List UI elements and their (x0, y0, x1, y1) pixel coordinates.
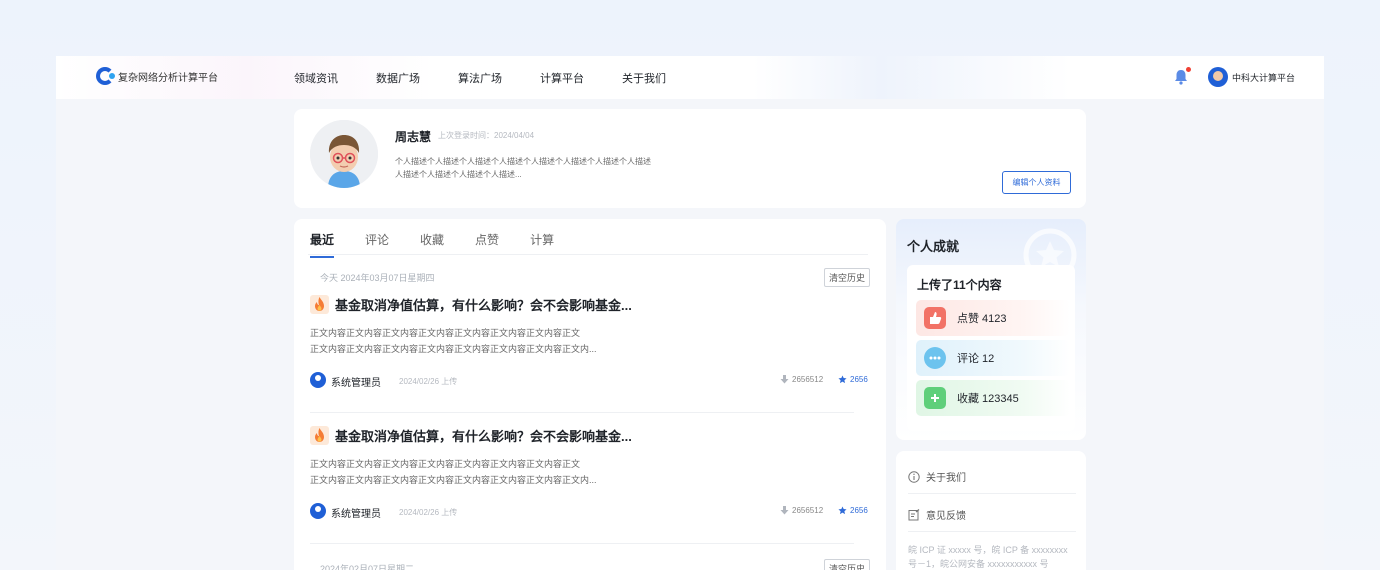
profile-card: 周志慧 上次登录时间：2024/04/04 个人描述个人描述个人描述个人描述个人… (294, 109, 1086, 208)
clear-history-button[interactable]: 清空历史 (823, 559, 870, 570)
nav-item-about[interactable]: 关于我们 (622, 70, 666, 86)
avatar-illustration-icon (310, 120, 378, 188)
logo-icon (96, 67, 115, 85)
nav-item-compute[interactable]: 计算平台 (540, 70, 584, 86)
info-links-card: 关于我们 意见反馈 皖 ICP 证 xxxxx 号，皖 ICP 备 xxxxxx… (896, 451, 1086, 570)
star-count[interactable]: 2656 (838, 506, 868, 515)
achievements-panel: 上传了11个内容 点赞 4123 评论 12 收藏 123345 (907, 265, 1075, 431)
profile-description: 个人描述个人描述个人描述个人描述个人描述个人描述个人描述个人描述 人描述个人描述… (395, 155, 695, 181)
download-icon (780, 375, 789, 384)
page-frame: 复杂网络分析计算平台 领域资讯 数据广场 算法广场 计算平台 关于我们 中科大计… (56, 56, 1324, 570)
icp-notice: 皖 ICP 证 xxxxx 号，皖 ICP 备 xxxxxxxx 号－1，皖公网… (908, 543, 1080, 570)
download-count: 2656512 (780, 375, 823, 384)
nav-item-algorithms[interactable]: 算法广场 (458, 70, 502, 86)
feedback-link[interactable]: 意见反馈 (908, 507, 966, 522)
post-meta: 系统管理员 2024/02/26 上传 2656512 2656 (310, 372, 870, 390)
user-menu[interactable]: 中科大计算平台 (1208, 67, 1295, 87)
nav-item-data[interactable]: 数据广场 (376, 70, 420, 86)
about-us-link[interactable]: 关于我们 (908, 469, 966, 484)
achievements-title: 个人成就 (907, 239, 960, 254)
star-count-value: 2656 (850, 375, 868, 384)
profile-name: 周志慧 (395, 130, 432, 144)
favorites-stat: 收藏 123345 (916, 380, 1070, 416)
star-icon (838, 506, 847, 515)
achievements-card: 个人成就 上传了11个内容 点赞 4123 评论 12 收藏 123345 (896, 219, 1086, 440)
edit-note-icon (908, 508, 920, 520)
upload-time: 2024/02/26 上传 (399, 377, 458, 386)
logo-text: 复杂网络分析计算平台 (118, 72, 218, 84)
star-icon (838, 375, 847, 384)
list-item[interactable]: 基金取消净值估算，有什么影响？会不会影响基金... 正文内容正文内容正文内容正文… (310, 402, 870, 522)
post-title[interactable]: 基金取消净值估算，有什么影响？会不会影响基金... (335, 426, 632, 445)
comments-count: 评论 12 (957, 353, 995, 365)
list-item[interactable]: 今天 2024年03月07日星期四 清空历史 基金取消净值估算，有什么影响？会不… (310, 268, 870, 391)
info-icon (908, 470, 920, 483)
user-name: 中科大计算平台 (1232, 72, 1296, 83)
download-count: 2656512 (780, 506, 823, 515)
list-item[interactable]: 2024年02月07日星期二 清空历史 (310, 559, 870, 570)
author-name[interactable]: 系统管理员 (331, 505, 381, 520)
star-count[interactable]: 2656 (838, 375, 868, 384)
star-count-value: 2656 (850, 506, 868, 515)
upload-summary: 上传了11个内容 (917, 278, 1002, 292)
profile-avatar (310, 120, 378, 188)
tabs-divider (308, 254, 868, 255)
logo[interactable]: 复杂网络分析计算平台 (96, 67, 218, 85)
date-group-label: 2024年02月07日星期二 (320, 564, 415, 570)
post-excerpt: 正文内容正文内容正文内容正文内容正文内容正文内容正文内容正文 正文内容正文内容正… (310, 456, 640, 488)
nav-item-news[interactable]: 领域资讯 (294, 70, 338, 86)
post-title[interactable]: 基金取消净值估算，有什么影响？会不会影响基金... (335, 295, 632, 314)
link-divider (908, 493, 1076, 494)
post-excerpt-line: 正文内容正文内容正文内容正文内容正文内容正文内容正文内容正文内... (310, 344, 597, 354)
user-icon (310, 503, 326, 519)
icp-line: 号－1，皖公网安备 xxxxxxxxxxx 号 (908, 559, 1049, 569)
folder-add-icon (924, 387, 946, 409)
top-navbar: 复杂网络分析计算平台 领域资讯 数据广场 算法广场 计算平台 关于我们 中科大计… (56, 56, 1324, 99)
notification-dot (1186, 67, 1191, 72)
profile-description-line: 个人描述个人描述个人描述个人描述个人描述个人描述个人描述个人描述 (395, 157, 651, 166)
chat-bubble-icon (924, 347, 946, 369)
thumbs-up-icon (924, 307, 946, 329)
clear-history-button[interactable]: 清空历史 (823, 268, 870, 287)
link-divider (908, 531, 1076, 532)
upload-time: 2024/02/26 上传 (399, 508, 458, 517)
about-us-label: 关于我们 (926, 473, 966, 484)
comments-stat: 评论 12 (916, 340, 1070, 376)
fire-icon (310, 426, 329, 445)
likes-count: 点赞 4123 (957, 313, 1007, 325)
date-group-label: 今天 2024年03月07日星期四 (320, 273, 435, 283)
post-excerpt-line: 正文内容正文内容正文内容正文内容正文内容正文内容正文内容正文 (310, 459, 581, 469)
post-title-row: 基金取消净值估算，有什么影响？会不会影响基金... (310, 295, 632, 314)
post-divider (310, 543, 854, 544)
likes-stat: 点赞 4123 (916, 300, 1070, 336)
post-excerpt-line: 正文内容正文内容正文内容正文内容正文内容正文内容正文内容正文 (310, 328, 581, 338)
post-excerpt: 正文内容正文内容正文内容正文内容正文内容正文内容正文内容正文 正文内容正文内容正… (310, 325, 640, 357)
user-icon (310, 372, 326, 388)
download-count-value: 2656512 (792, 375, 824, 384)
profile-description-line: 人描述个人描述个人描述个人描述... (395, 170, 522, 179)
avatar (1208, 67, 1228, 87)
main-nav: 领域资讯 数据广场 算法广场 计算平台 关于我们 (294, 70, 704, 86)
post-excerpt-line: 正文内容正文内容正文内容正文内容正文内容正文内容正文内容正文内... (310, 475, 597, 485)
feedback-label: 意见反馈 (926, 511, 966, 522)
author-name[interactable]: 系统管理员 (331, 374, 381, 389)
last-login-time: 上次登录时间：2024/04/04 (438, 131, 535, 140)
edit-profile-button[interactable]: 编辑个人资料 (1002, 171, 1071, 194)
fire-icon (310, 295, 329, 314)
favorites-count: 收藏 123345 (957, 393, 1019, 405)
post-title-row: 基金取消净值估算，有什么影响？会不会影响基金... (310, 426, 632, 445)
post-meta: 系统管理员 2024/02/26 上传 2656512 2656 (310, 503, 870, 521)
download-count-value: 2656512 (792, 506, 824, 515)
icp-line: 皖 ICP 证 xxxxx 号，皖 ICP 备 xxxxxxxx (908, 545, 1068, 555)
activity-feed: 最近 评论 收藏 点赞 计算 今天 2024年03月07日星期四 清空历史 基金… (294, 219, 886, 570)
download-icon (780, 506, 789, 515)
